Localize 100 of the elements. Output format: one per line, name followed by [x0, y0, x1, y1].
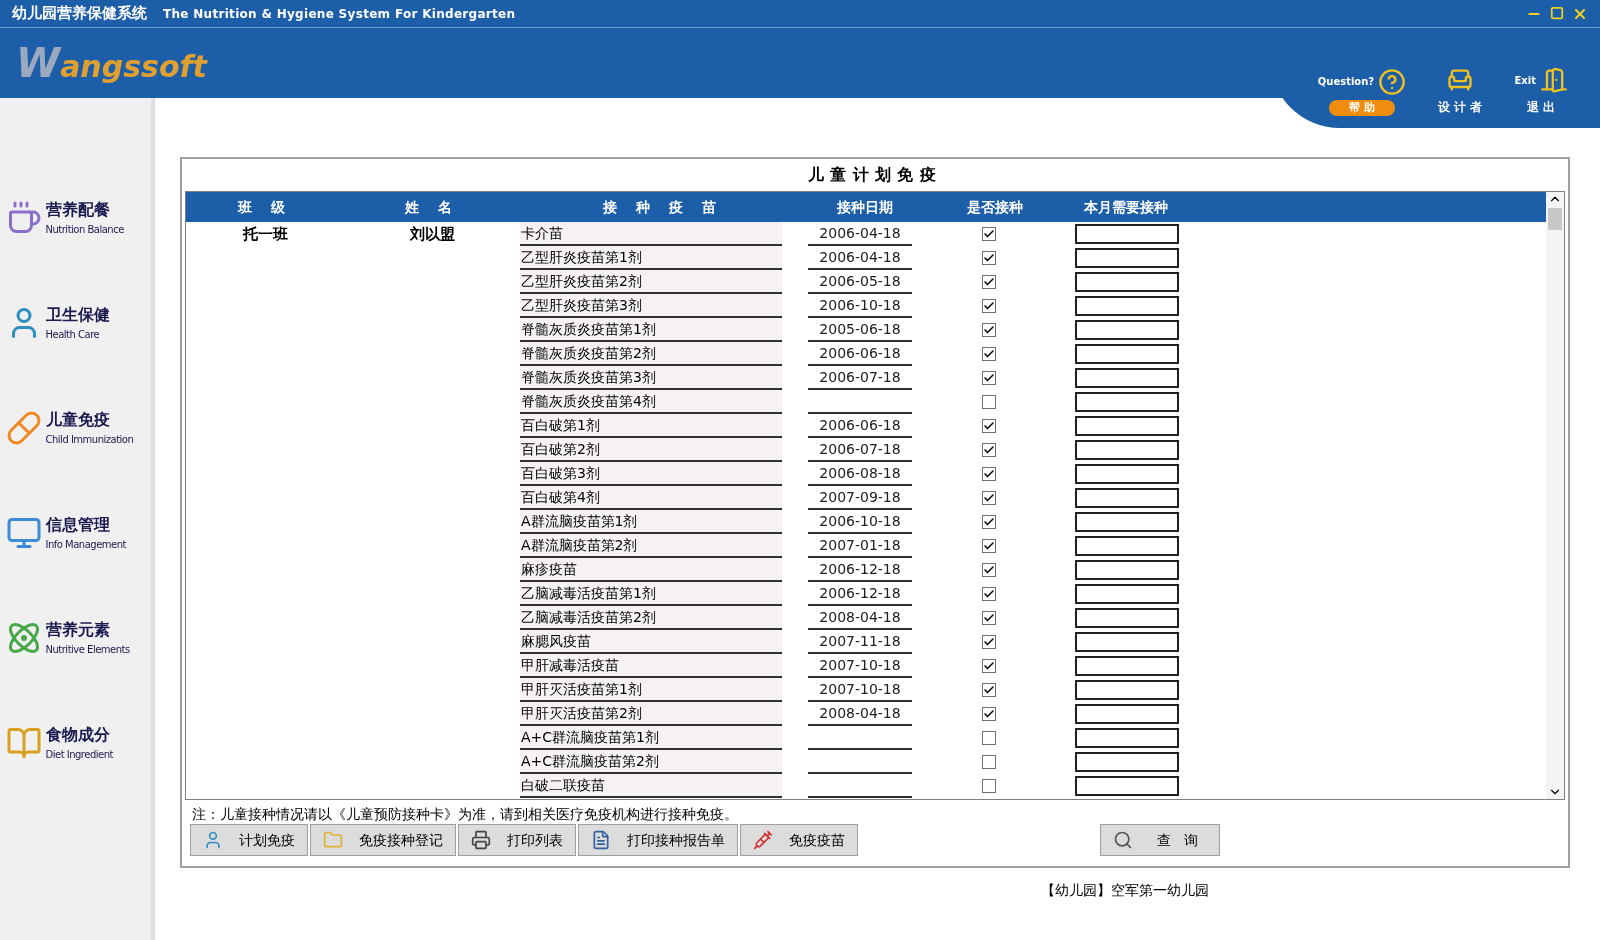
person-icon: [203, 830, 223, 850]
input-field[interactable]: [1075, 560, 1179, 580]
input-field[interactable]: [1075, 296, 1179, 316]
maximize-icon[interactable]: [1550, 5, 1564, 20]
vaccine-cell: 麻腮风疫苗: [520, 630, 782, 654]
vaccine-cell: A+C群流脑疫苗第1剂: [520, 726, 782, 750]
vaccine-cell: 乙脑减毒活疫苗第2剂: [520, 606, 782, 630]
sidebar-item[interactable]: 食物成分 Diet Ingredient: [5, 723, 146, 762]
date-cell: 2006-08-18: [808, 462, 912, 486]
input-field[interactable]: [1075, 320, 1179, 340]
checkbox[interactable]: [982, 395, 996, 409]
input-field[interactable]: [1075, 608, 1179, 628]
input-field[interactable]: [1075, 368, 1179, 388]
logo: Wangssoft: [16, 39, 207, 88]
input-field[interactable]: [1075, 440, 1179, 460]
checkbox[interactable]: [982, 611, 996, 625]
sidebar-item[interactable]: 卫生保健 Health Care: [5, 303, 146, 342]
toolbar-button[interactable]: 打印接种报告单: [578, 824, 738, 856]
vaccine-cell: 乙型肝炎疫苗第3剂: [520, 294, 782, 318]
panel-title: 儿童计划免疫: [807, 164, 943, 186]
checkbox[interactable]: [982, 563, 996, 577]
vaccine-cell: 百白破第4剂: [520, 486, 782, 510]
checkbox[interactable]: [982, 539, 996, 553]
input-field[interactable]: [1075, 392, 1179, 412]
checkbox[interactable]: [982, 491, 996, 505]
input-field[interactable]: [1075, 248, 1179, 268]
scrollbar[interactable]: [1546, 192, 1564, 799]
checkbox[interactable]: [982, 779, 996, 793]
input-field[interactable]: [1075, 344, 1179, 364]
checkbox[interactable]: [982, 419, 996, 433]
input-field[interactable]: [1075, 752, 1179, 772]
vaccine-cell: 百白破第1剂: [520, 414, 782, 438]
toolbar-button[interactable]: 免疫接种登记: [310, 824, 456, 856]
door-icon: [1540, 66, 1568, 94]
vaccine-cell: 脊髓灰质炎疫苗第4剂: [520, 390, 782, 414]
checkbox[interactable]: [982, 587, 996, 601]
sidebar-item[interactable]: 营养配餐 Nutrition Balance: [5, 198, 146, 237]
sidebar-item[interactable]: 信息管理 Info Management: [5, 513, 146, 552]
date-cell: 2006-04-18: [808, 246, 912, 270]
date-cell: 2007-11-18: [808, 630, 912, 654]
vaccine-cell: 乙脑减毒活疫苗第1剂: [520, 582, 782, 606]
date-cell: 2006-12-18: [808, 558, 912, 582]
toolbar-button[interactable]: 免疫疫苗: [740, 824, 858, 856]
input-field[interactable]: [1075, 416, 1179, 436]
toolbar-button[interactable]: Exit 退 出: [1514, 66, 1568, 116]
checkbox[interactable]: [982, 347, 996, 361]
date-cell: 2006-06-18: [808, 414, 912, 438]
query-button[interactable]: 查 询: [1100, 824, 1220, 856]
input-field[interactable]: [1075, 464, 1179, 484]
vaccine-cell: 白破二联疫苗: [520, 774, 782, 798]
checkbox[interactable]: [982, 251, 996, 265]
class-cell-text: 托一班: [242, 224, 288, 245]
input-field[interactable]: [1075, 680, 1179, 700]
checkbox[interactable]: [982, 731, 996, 745]
checkbox[interactable]: [982, 227, 996, 241]
checkbox[interactable]: [982, 467, 996, 481]
checkbox[interactable]: [982, 323, 996, 337]
toolbar-button[interactable]: Question? 帮 助: [1317, 67, 1407, 116]
checkbox[interactable]: [982, 371, 996, 385]
input-field[interactable]: [1075, 272, 1179, 292]
input-field[interactable]: [1075, 632, 1179, 652]
checkbox[interactable]: [982, 299, 996, 313]
input-field[interactable]: [1075, 224, 1179, 244]
input-field[interactable]: [1075, 656, 1179, 676]
vaccine-cell: 乙型肝炎疫苗第2剂: [520, 270, 782, 294]
input-field[interactable]: [1075, 536, 1179, 556]
footer-text: 【幼儿园】空军第一幼儿园: [1041, 881, 1209, 900]
checkbox[interactable]: [982, 707, 996, 721]
toolbar-button[interactable]: 打印列表: [458, 824, 576, 856]
search-icon: [1113, 830, 1133, 850]
checkbox[interactable]: [982, 659, 996, 673]
vaccine-cell: 乙型肝炎疫苗第1剂: [520, 246, 782, 270]
syringe-icon: [753, 830, 773, 850]
input-field[interactable]: [1075, 704, 1179, 724]
checkbox[interactable]: [982, 443, 996, 457]
date-cell: 2008-04-18: [808, 702, 912, 726]
date-cell: 2006-10-18: [808, 510, 912, 534]
date-cell: 2007-01-18: [808, 534, 912, 558]
checkbox[interactable]: [982, 683, 996, 697]
vaccine-cell: A群流脑疫苗第2剂: [520, 534, 782, 558]
pill-icon: [5, 409, 42, 446]
input-field[interactable]: [1075, 728, 1179, 748]
checkbox[interactable]: [982, 755, 996, 769]
input-field[interactable]: [1075, 512, 1179, 532]
checkbox[interactable]: [982, 635, 996, 649]
input-field[interactable]: [1075, 488, 1179, 508]
sidebar-item[interactable]: 营养元素 Nutritive Elements: [5, 618, 146, 657]
date-cell: 2006-07-18: [808, 366, 912, 390]
checkbox[interactable]: [982, 515, 996, 529]
input-field[interactable]: [1075, 584, 1179, 604]
checkbox[interactable]: [982, 275, 996, 289]
toolbar-button[interactable]: 计划免疫: [190, 824, 308, 856]
toolbar-button[interactable]: 设 计 者: [1438, 66, 1483, 116]
column-header: 是否接种: [966, 197, 1024, 217]
column-header: 班 级: [236, 197, 293, 217]
sidebar-item[interactable]: 儿童免疫 Child Immunization: [5, 408, 146, 447]
question-mark-icon: [1378, 67, 1407, 96]
input-field[interactable]: [1075, 776, 1179, 796]
date-cell: 2007-10-18: [808, 654, 912, 678]
scrollbar-thumb[interactable]: [1548, 208, 1562, 230]
